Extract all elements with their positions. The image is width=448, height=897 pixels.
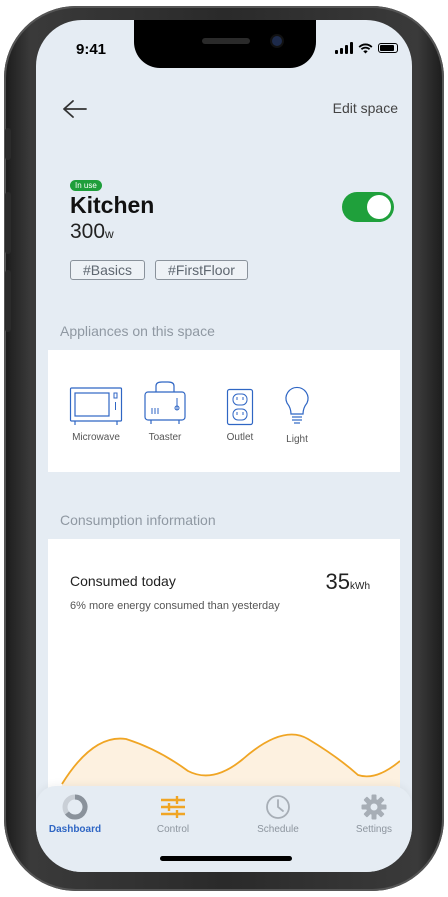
gear-icon [361, 794, 387, 820]
status-icons [335, 42, 398, 54]
appliance-label: Toaster [148, 432, 182, 443]
tab-label: Dashboard [48, 824, 102, 835]
toaster-icon [144, 381, 186, 424]
power-unit: w [105, 227, 114, 241]
clock-icon [266, 795, 290, 819]
tab-label: Control [156, 824, 190, 835]
status-time: 9:41 [76, 41, 107, 58]
space-power-toggle[interactable] [342, 192, 394, 222]
outlet-icon [226, 388, 254, 426]
arrow-left-icon[interactable] [62, 98, 88, 120]
appliance-label: Microwave [72, 432, 120, 443]
space-power: 300w [70, 220, 114, 244]
wifi-icon [358, 43, 373, 53]
consumption-card: Consumed today 6% more energy consumed t… [48, 539, 400, 799]
appliance-microwave[interactable]: Microwave [66, 386, 126, 443]
tab-label: Settings [355, 824, 393, 835]
consumption-section-label: Consumption information [60, 512, 216, 528]
tab-settings[interactable]: Settings [339, 794, 409, 835]
toggle-knob [367, 195, 391, 219]
sliders-icon [161, 796, 185, 818]
consumption-title: Consumed today [70, 573, 176, 589]
tag-firstfloor[interactable]: #FirstFloor [155, 260, 248, 280]
appliance-outlet[interactable]: Outlet [220, 388, 260, 443]
tag-basics[interactable]: #Basics [70, 260, 146, 280]
space-title: Kitchen [70, 192, 155, 218]
consumption-subtitle: 6% more energy consumed than yesterday [70, 600, 280, 612]
mute-switch [5, 128, 11, 160]
signal-icon [335, 42, 353, 54]
status-badge: In use [70, 180, 102, 191]
power-value: 300 [70, 220, 106, 243]
dashboard-ring-icon [62, 794, 88, 820]
consumption-value: 35kWh [326, 569, 370, 595]
tab-bar: Dashboard Control Schedule Settings [36, 786, 412, 872]
tag-list: #Basics #FirstFloor [70, 260, 248, 280]
volume-down-button [5, 270, 11, 332]
tab-label: Schedule [257, 824, 299, 835]
app-screen: 9:41 Edit space In use Kitchen 300w #Bas… [36, 20, 412, 872]
tab-schedule[interactable]: Schedule [243, 794, 313, 835]
tab-dashboard[interactable]: Dashboard [40, 794, 110, 835]
appliances-card: Microwave Toaster Outlet Light [48, 350, 400, 472]
tab-control[interactable]: Control [138, 794, 208, 835]
appliances-section-label: Appliances on this space [60, 323, 215, 339]
volume-up-button [5, 192, 11, 254]
appliance-label: Outlet [226, 432, 254, 443]
speaker-grille [202, 38, 250, 44]
consumption-unit: kWh [350, 581, 370, 592]
appliance-light[interactable]: Light [277, 386, 317, 445]
lightbulb-icon [285, 386, 309, 424]
battery-icon [378, 43, 398, 53]
edit-space-button[interactable]: Edit space [333, 100, 398, 116]
consumption-number: 35 [325, 569, 350, 594]
home-indicator [160, 856, 292, 861]
notch [134, 20, 316, 68]
appliance-label: Light [286, 434, 308, 445]
microwave-icon [69, 387, 123, 425]
front-camera [272, 36, 282, 46]
appliance-toaster[interactable]: Toaster [140, 380, 190, 443]
